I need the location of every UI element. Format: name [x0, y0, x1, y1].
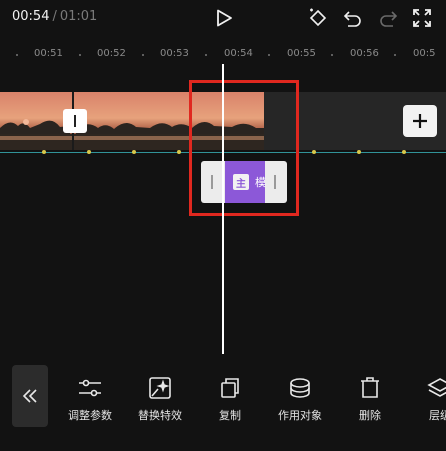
beat-marker	[312, 150, 316, 154]
undo-icon[interactable]	[341, 6, 365, 30]
playhead[interactable]	[222, 64, 224, 354]
top-bar: 00:54/01:01	[0, 0, 446, 38]
beat-marker	[132, 150, 136, 154]
beat-marker	[177, 150, 181, 154]
tool-label: 复制	[219, 409, 241, 422]
fullscreen-icon[interactable]	[410, 6, 434, 30]
tool-delete[interactable]: 删除	[335, 373, 405, 423]
ruler-tick: 00:51	[34, 48, 63, 59]
current-time: 00:54	[12, 9, 50, 24]
ruler-tick: 00:5	[413, 48, 436, 59]
redo-icon[interactable]	[376, 6, 400, 30]
trash-icon	[335, 373, 405, 403]
ruler-tick: 00:56	[350, 48, 379, 59]
beat-marker	[42, 150, 46, 154]
ruler-dot	[79, 54, 81, 56]
tool-layer[interactable]: 层级	[405, 373, 446, 423]
timecode: 00:54/01:01	[12, 9, 97, 24]
highlight-box	[189, 80, 299, 216]
tool-replace-effect[interactable]: 替换特效	[125, 373, 195, 423]
beat-marker	[402, 150, 406, 154]
copy-icon	[195, 373, 265, 403]
ruler-dot	[205, 54, 207, 56]
ruler-tick: 00:54	[224, 48, 253, 59]
time-ruler[interactable]: 00:51 00:52 00:53 00:54 00:55 00:56 00:5	[0, 44, 446, 64]
tool-adjust-params[interactable]: 调整参数	[55, 373, 125, 423]
add-clip-button[interactable]	[403, 105, 437, 137]
beat-marker	[357, 150, 361, 154]
tool-apply-target[interactable]: 作用对象	[265, 373, 335, 423]
clip-trim-handle[interactable]	[63, 109, 87, 133]
bottom-toolbar: 调整参数 替换特效 复制 作用对象 删除 层级	[0, 355, 446, 451]
tool-copy[interactable]: 复制	[195, 373, 265, 423]
ruler-tick: 00:55	[287, 48, 316, 59]
video-editor-screen: 00:54/01:01 00:51 00:52 00:53 00:54 00:5…	[0, 0, 446, 451]
time-separator: /	[52, 9, 57, 24]
replace-effect-icon	[125, 373, 195, 403]
tool-label: 删除	[359, 409, 381, 422]
ruler-dot	[331, 54, 333, 56]
collapse-button[interactable]	[12, 365, 48, 427]
target-object-icon	[265, 373, 335, 403]
tool-label: 作用对象	[278, 409, 322, 422]
double-chevron-left-icon	[22, 389, 37, 403]
keyframe-diamond-icon[interactable]	[306, 6, 330, 30]
layers-icon	[405, 373, 446, 403]
play-icon[interactable]	[212, 6, 236, 30]
tool-label: 调整参数	[68, 409, 112, 422]
total-time: 01:01	[59, 9, 98, 24]
beat-marker	[87, 150, 91, 154]
tool-label: 层级	[429, 409, 446, 422]
plus-icon	[413, 114, 427, 128]
ruler-dot	[16, 54, 18, 56]
sliders-icon	[55, 373, 125, 403]
tool-label: 替换特效	[138, 409, 182, 422]
ruler-dot	[268, 54, 270, 56]
ruler-dot	[394, 54, 396, 56]
ruler-tick: 00:53	[160, 48, 189, 59]
ruler-dot	[142, 54, 144, 56]
ruler-tick: 00:52	[97, 48, 126, 59]
